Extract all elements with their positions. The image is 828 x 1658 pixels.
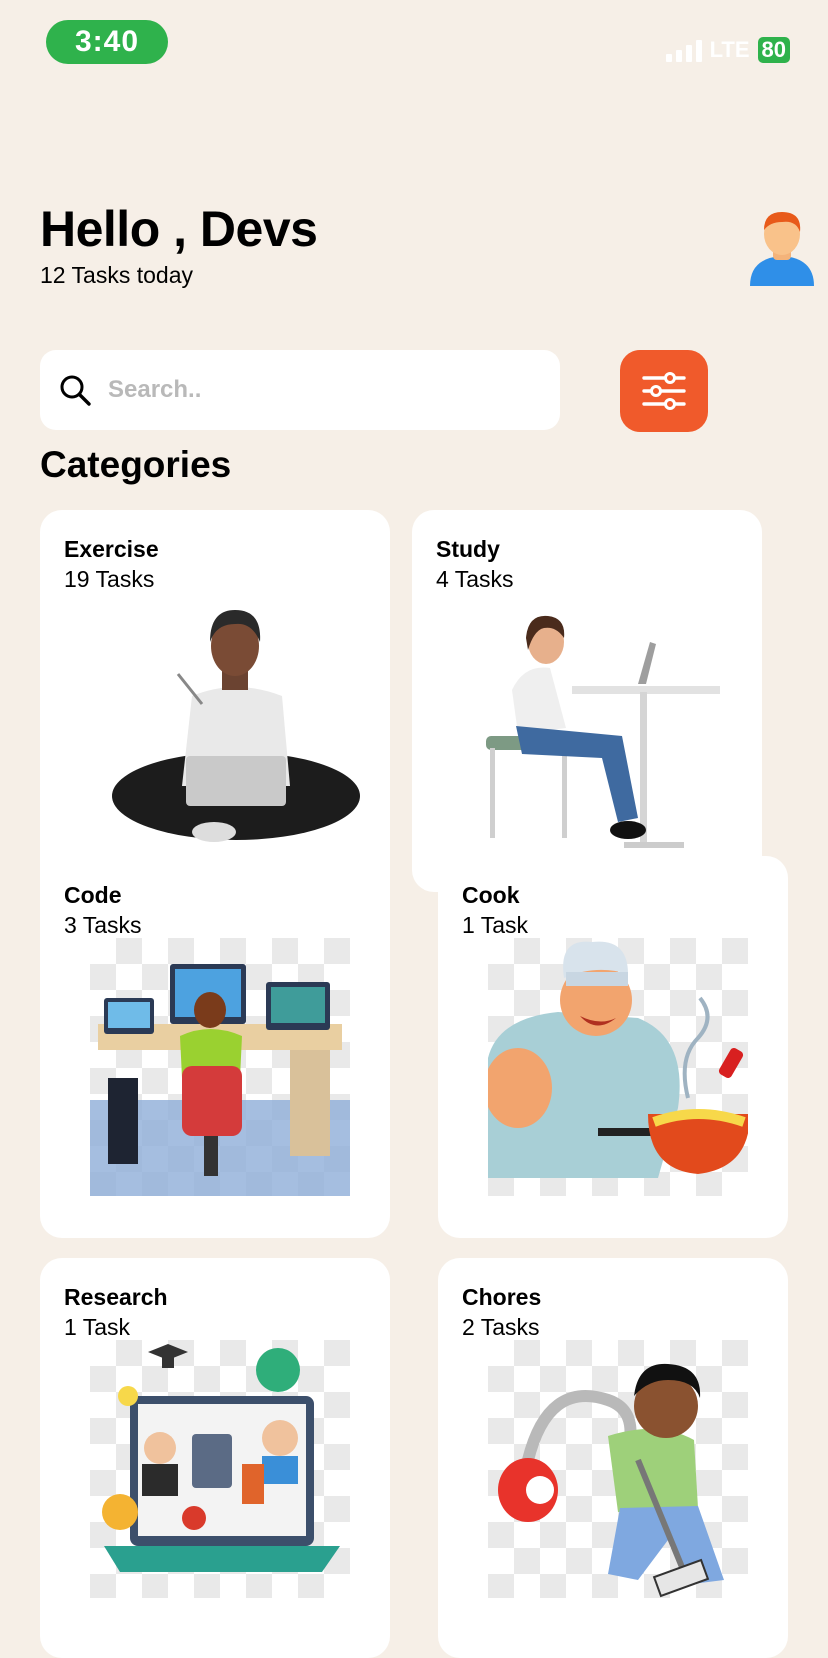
category-name: Code: [64, 882, 122, 908]
category-name: Research: [64, 1284, 168, 1310]
search-input[interactable]: [106, 375, 510, 405]
category-name: Cook: [462, 882, 520, 908]
category-card-code[interactable]: Code 3 Tasks: [40, 856, 390, 1238]
category-card-cook[interactable]: Cook 1 Task: [438, 856, 788, 1238]
network-type: LTE: [709, 37, 750, 62]
category-card-chores[interactable]: Chores 2 Tasks: [438, 1258, 788, 1658]
search-bar[interactable]: [40, 350, 560, 430]
chores-illustration: [488, 1340, 748, 1598]
cook-illustration: [484, 938, 750, 1196]
search-icon: [60, 375, 91, 406]
study-illustration: [486, 615, 720, 848]
page-title: Hello , Devs: [40, 201, 318, 257]
category-task-count: 1 Task: [462, 912, 529, 938]
tasks-today-label: 12 Tasks today: [40, 262, 194, 288]
status-time: 3:40: [46, 20, 168, 64]
category-card-research[interactable]: Research 1 Task: [40, 1258, 390, 1658]
category-task-count: 1 Task: [64, 1314, 131, 1340]
user-avatar-icon[interactable]: [746, 206, 818, 286]
category-card-study[interactable]: Study 4 Tasks: [412, 510, 762, 892]
category-name: Chores: [462, 1284, 542, 1310]
categories-heading: Categories: [40, 444, 232, 485]
filter-button[interactable]: [620, 350, 708, 432]
code-illustration: [90, 938, 350, 1196]
category-task-count: 3 Tasks: [64, 912, 142, 938]
category-name: Exercise: [64, 536, 159, 562]
battery-icon: 80: [757, 37, 790, 63]
category-task-count: 2 Tasks: [462, 1314, 540, 1340]
status-indicators: LTE 80: [665, 36, 790, 64]
category-name: Study: [436, 536, 500, 562]
research-illustration: [90, 1340, 350, 1598]
category-card-exercise[interactable]: Exercise 19 Tasks: [40, 510, 390, 878]
sliders-icon: [642, 372, 686, 410]
exercise-illustration: [112, 610, 360, 842]
signal-icon: [665, 38, 702, 62]
